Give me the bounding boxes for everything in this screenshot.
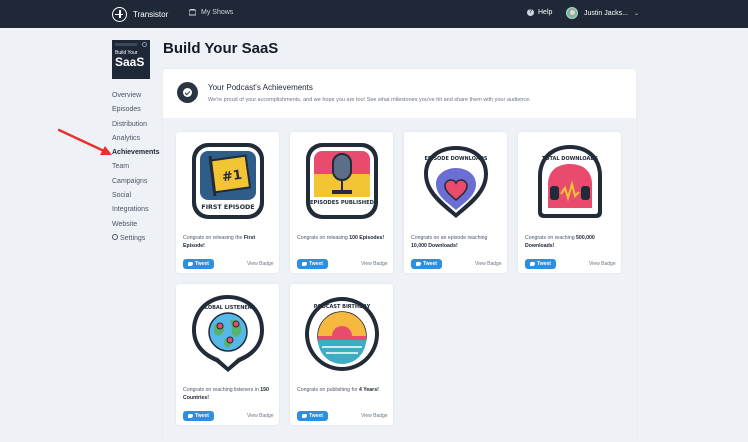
sidebar-item-website[interactable]: Website (112, 218, 159, 232)
cover-bar (115, 43, 137, 46)
episodes-published-badge[interactable]: EPISODES PUBLISHED (290, 132, 393, 230)
total-downloads-badge[interactable]: TOTAL DOWNLOADS (518, 132, 621, 230)
badge-message: Congrats on reaching listeners in 150 Co… (183, 387, 269, 401)
sidebar-item-distribution[interactable]: Distribution (112, 118, 159, 132)
sidebar-item-integrations[interactable]: Integrations (112, 203, 159, 217)
sidebar-item-campaigns[interactable]: Campaigns (112, 175, 159, 189)
badge-label: TOTAL DOWNLOADS (541, 156, 598, 162)
my-shows-link[interactable]: My Shows (189, 9, 233, 16)
badge-card-first-episode: #1 FIRST EPISODE Congrats on releasing t… (176, 132, 279, 273)
red-arrow-icon (58, 128, 112, 155)
twitter-bird-icon (302, 262, 308, 266)
first-episode-badge[interactable]: #1 FIRST EPISODE (176, 132, 279, 230)
badge-message: Congrats on publishing for 4 Years! (297, 387, 379, 393)
view-badge-link[interactable]: View Badge (589, 261, 616, 267)
twitter-bird-icon (530, 262, 536, 266)
twitter-bird-icon (188, 262, 194, 266)
help-label: Help (538, 9, 553, 16)
badge-card-episode-downloads: EPISODE DOWNLOADS Congrats on an episode… (404, 132, 507, 273)
chevron-down-icon: ⌄ (633, 10, 639, 17)
badge-message: Congrats on releasing 100 Episodes! (297, 235, 385, 241)
twitter-bird-icon (302, 414, 308, 418)
sidebar-item-settings-label: Settings (120, 234, 146, 242)
achievements-heading: Your Podcast's Achievements (208, 83, 313, 92)
page-title: Build Your SaaS (163, 40, 279, 57)
user-menu[interactable]: Justin Jacks... ⌄ (566, 7, 639, 19)
badge-card-total-downloads: TOTAL DOWNLOADS Congrats on reaching 500… (518, 132, 621, 273)
badge-label: EPISODES PUBLISHED (310, 200, 375, 206)
tweet-button[interactable]: Tweet (183, 411, 214, 421)
view-badge-link[interactable]: View Badge (361, 413, 388, 419)
sidebar-item-team[interactable]: Team (112, 160, 159, 174)
achievements-subheading: We're proud of your accomplishments, and… (208, 97, 531, 103)
tweet-button[interactable]: Tweet (297, 411, 328, 421)
help-icon: ? (527, 9, 534, 16)
sidebar-item-settings[interactable]: Settings (112, 232, 159, 246)
sidebar-nav: Overview Episodes Distribution Analytics… (112, 89, 159, 246)
cover-saas: SaaS (115, 55, 145, 69)
achievement-check-icon (177, 82, 198, 103)
view-badge-link[interactable]: View Badge (247, 413, 274, 419)
podcast-birthday-badge[interactable]: PODCAST BIRTHDAY (290, 284, 393, 382)
badge-card-episodes-published: EPISODES PUBLISHED Congrats on releasing… (290, 132, 393, 273)
my-shows-label: My Shows (201, 9, 234, 16)
episode-downloads-badge[interactable]: EPISODE DOWNLOADS (404, 132, 507, 230)
badge-message: Congrats on an episode reaching 10,000 D… (411, 235, 488, 249)
help-link[interactable]: ? Help (527, 9, 552, 16)
badge-message: Congrats on reaching 500,000 Downloads! (525, 235, 595, 249)
twitter-bird-icon (188, 414, 194, 418)
badge-label: GLOBAL LISTENERS (200, 305, 255, 311)
badge-label: PODCAST BIRTHDAY (313, 304, 370, 310)
sidebar-item-episodes[interactable]: Episodes (112, 103, 159, 117)
shows-grid-icon (189, 9, 196, 16)
tweet-button[interactable]: Tweet (411, 259, 442, 269)
badge-card-podcast-birthday: PODCAST BIRTHDAY Congrats on publishing … (290, 284, 393, 425)
brand[interactable]: Transistor (112, 6, 168, 22)
sidebar-item-overview[interactable]: Overview (112, 89, 159, 103)
global-listeners-badge[interactable]: GLOBAL LISTENERS (176, 284, 279, 382)
sidebar-item-achievements[interactable]: Achievements (112, 146, 159, 160)
tweet-button[interactable]: Tweet (183, 259, 214, 269)
badge-card-global-listeners: GLOBAL LISTENERS Congrats on reaching li… (176, 284, 279, 425)
twitter-bird-icon (416, 262, 422, 266)
badge-label: FIRST EPISODE (201, 204, 254, 211)
sidebar-item-analytics[interactable]: Analytics (112, 132, 159, 146)
cover-gear-icon (142, 42, 147, 47)
user-name: Justin Jacks... (584, 9, 628, 17)
view-badge-link[interactable]: View Badge (475, 261, 502, 267)
brand-name: Transistor (133, 9, 169, 19)
badge-label: EPISODE DOWNLOADS (424, 156, 487, 162)
top-navbar: Transistor My Shows ? Help Justin Jacks.… (0, 0, 748, 28)
view-badge-link[interactable]: View Badge (361, 261, 388, 267)
tweet-button[interactable]: Tweet (297, 259, 328, 269)
transistor-logo-icon (112, 6, 127, 22)
view-badge-link[interactable]: View Badge (247, 261, 274, 267)
badge-top-text: #1 (221, 168, 243, 186)
tweet-button[interactable]: Tweet (525, 259, 556, 269)
sidebar-item-social[interactable]: Social (112, 189, 159, 203)
badge-message: Congrats on releasing the First Episode! (183, 235, 256, 249)
avatar (566, 7, 578, 19)
podcast-cover[interactable]: Build Your SaaS (112, 40, 150, 79)
gear-icon (112, 234, 118, 241)
